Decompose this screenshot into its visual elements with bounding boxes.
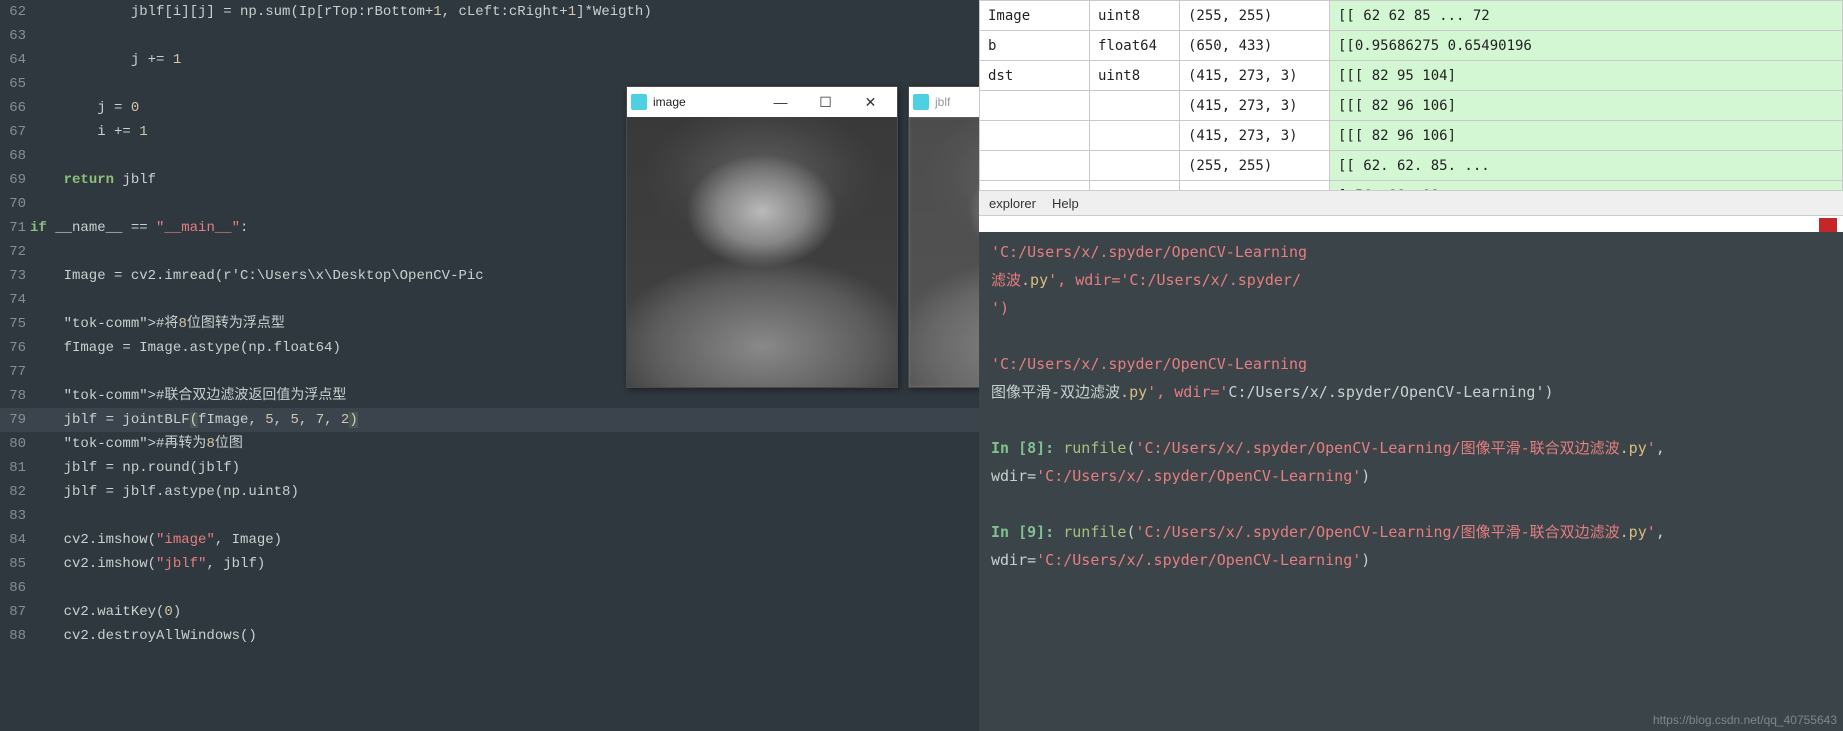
var-name bbox=[980, 121, 1090, 151]
var-value: [[0.95686275 0.65490196 bbox=[1330, 31, 1843, 61]
var-value: [[[ 82 96 106] bbox=[1330, 121, 1843, 151]
ipython-console[interactable]: 'C:/Users/x/.spyder/OpenCV-Learning滤波.py… bbox=[979, 232, 1843, 731]
var-size: (415, 273, 3) bbox=[1180, 61, 1330, 91]
var-type: uint8 bbox=[1090, 1, 1180, 31]
maximize-button[interactable]: ☐ bbox=[803, 88, 848, 116]
toolbar-link-explorer[interactable]: explorer bbox=[989, 196, 1036, 211]
titlebar[interactable]: image — ☐ ✕ bbox=[627, 87, 897, 117]
var-name bbox=[980, 151, 1090, 181]
var-size: (255, 255) bbox=[1180, 1, 1330, 31]
window-icon bbox=[631, 94, 647, 110]
var-value: [[ 62 62 85 ... 72 bbox=[1330, 1, 1843, 31]
watermark: https://blog.csdn.net/qq_40755643 bbox=[1653, 713, 1837, 727]
table-row[interactable]: Image uint8 (255, 255) [[ 62 62 85 ... 7… bbox=[980, 1, 1843, 31]
var-value: [[[ 82 96 106] bbox=[1330, 91, 1843, 121]
opencv-window-image[interactable]: image — ☐ ✕ bbox=[626, 86, 898, 388]
table-row[interactable]: (255, 255) [[ 62. 62. 85. ... bbox=[980, 151, 1843, 181]
toolbar-link-help[interactable]: Help bbox=[1052, 196, 1079, 211]
var-type: float64 bbox=[1090, 31, 1180, 61]
var-value: [[ 62. 62. 85. ... bbox=[1330, 151, 1843, 181]
var-size: (415, 273, 3) bbox=[1180, 121, 1330, 151]
var-name bbox=[980, 91, 1090, 121]
window-title: image bbox=[653, 95, 686, 109]
var-name: b bbox=[980, 31, 1090, 61]
var-size: (415, 273, 3) bbox=[1180, 91, 1330, 121]
code-area[interactable]: jblf[i][j] = np.sum(Ip[rTop:rBottom+1, c… bbox=[30, 0, 652, 648]
var-type: uint8 bbox=[1090, 61, 1180, 91]
table-row[interactable]: b float64 (650, 433) [[0.95686275 0.6549… bbox=[980, 31, 1843, 61]
table-row[interactable]: (415, 273, 3) [[[ 82 96 106] bbox=[980, 91, 1843, 121]
var-type bbox=[1090, 151, 1180, 181]
variable-explorer-table[interactable]: Image uint8 (255, 255) [[ 62 62 85 ... 7… bbox=[979, 0, 1843, 211]
panel-toolbar[interactable]: explorer Help bbox=[979, 190, 1843, 216]
close-button[interactable]: ✕ bbox=[848, 88, 893, 116]
line-number-gutter: 62 63 64 65 66 67 68 69 70 71 72 73 74 7… bbox=[0, 0, 30, 648]
table-row[interactable]: (415, 273, 3) [[[ 82 96 106] bbox=[980, 121, 1843, 151]
var-type bbox=[1090, 121, 1180, 151]
var-value: [[[ 82 95 104] bbox=[1330, 61, 1843, 91]
var-name: Image bbox=[980, 1, 1090, 31]
table-row[interactable]: dst uint8 (415, 273, 3) [[[ 82 95 104] bbox=[980, 61, 1843, 91]
var-name: dst bbox=[980, 61, 1090, 91]
window-title: jblf bbox=[935, 95, 950, 109]
image-content bbox=[627, 117, 897, 387]
right-panel: Image uint8 (255, 255) [[ 62 62 85 ... 7… bbox=[979, 0, 1843, 731]
var-type bbox=[1090, 91, 1180, 121]
var-size: (255, 255) bbox=[1180, 151, 1330, 181]
var-size: (650, 433) bbox=[1180, 31, 1330, 61]
minimize-button[interactable]: — bbox=[758, 88, 803, 116]
window-icon bbox=[913, 94, 929, 110]
